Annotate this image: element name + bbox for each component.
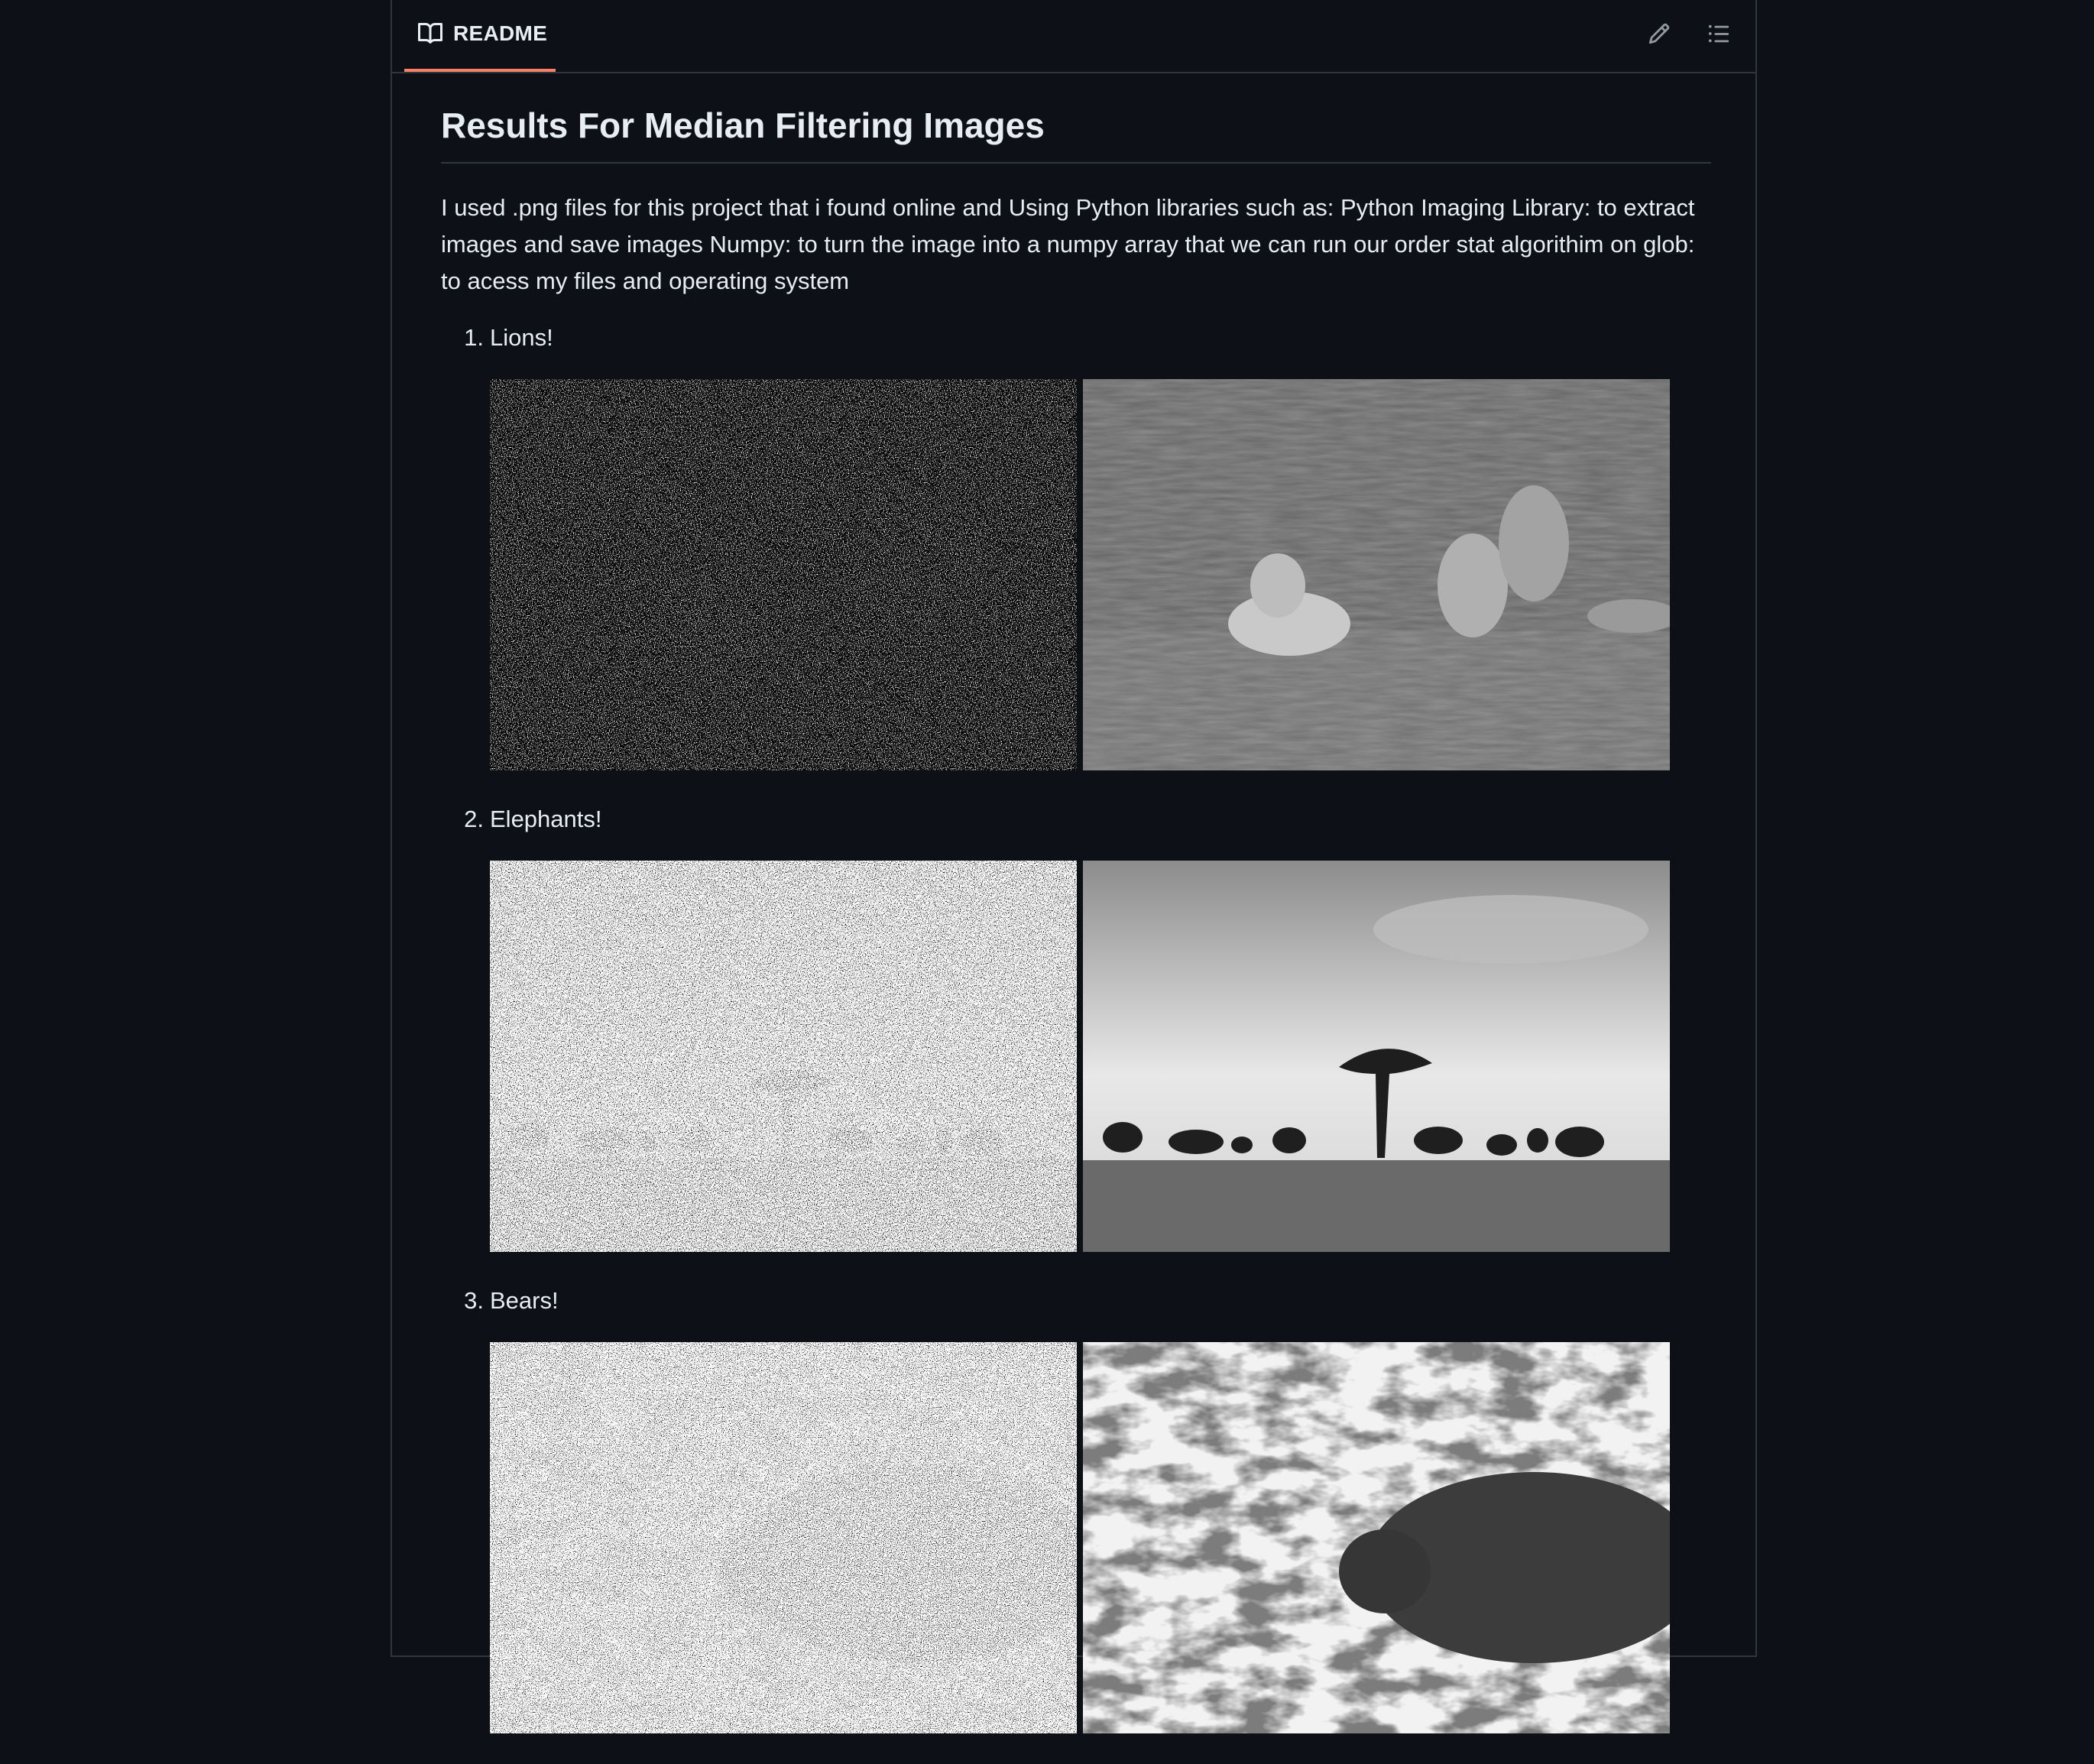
page-title: Results For Median Filtering Images (441, 98, 1711, 164)
book-icon (418, 21, 442, 46)
list-item: 3. Bears! (441, 1282, 1711, 1733)
list-marker: 3. (464, 1287, 484, 1314)
intro-paragraph: I used .png files for this project that … (441, 194, 1695, 294)
filtered-lions-image[interactable] (1083, 379, 1670, 770)
list-marker: 2. (464, 806, 484, 832)
table-of-contents-button[interactable] (1702, 18, 1736, 52)
filtered-elephants-image[interactable] (1083, 861, 1670, 1252)
image-pair (490, 1342, 1711, 1733)
pencil-icon (1648, 22, 1671, 49)
noisy-lions-image[interactable] (490, 379, 1077, 770)
readme-header: README (392, 0, 1755, 73)
list-item: 2. Elephants! (441, 801, 1711, 1252)
list-icon (1707, 22, 1730, 49)
readme-content: Results For Median Filtering Images I us… (441, 98, 1711, 1764)
readme-container: README Results For Median Filtering Imag… (391, 0, 1757, 1733)
filtered-bears-image[interactable] (1083, 1342, 1670, 1733)
edit-readme-button[interactable] (1642, 18, 1676, 52)
image-list: 1. Lions! 2. Elephants! 3. Bears! (441, 319, 1711, 1733)
list-item-label: Elephants! (490, 806, 602, 832)
image-pair (490, 379, 1711, 770)
readme-tab[interactable]: README (404, 0, 556, 72)
list-item-label: Bears! (490, 1287, 559, 1314)
image-pair (490, 861, 1711, 1252)
noisy-elephants-image[interactable] (490, 861, 1077, 1252)
noisy-bears-image[interactable] (490, 1342, 1077, 1733)
list-item: 1. Lions! (441, 319, 1711, 770)
list-marker: 1. (464, 324, 484, 351)
list-item-label: Lions! (490, 324, 553, 351)
readme-tab-label: README (453, 21, 548, 45)
